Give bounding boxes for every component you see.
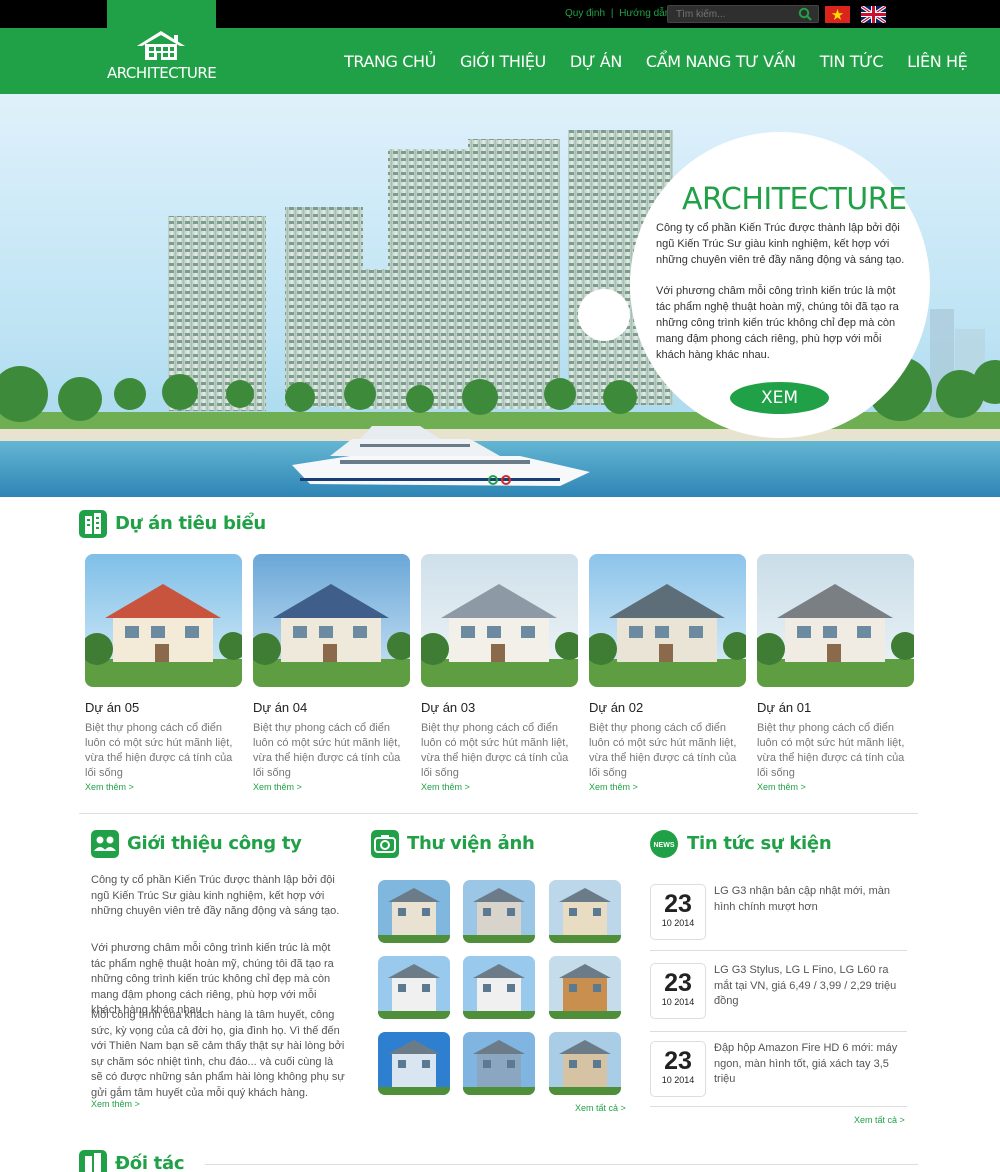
project-description: Biệt thự phong cách cổ điển luôn có một …: [253, 722, 401, 779]
intro-paragraph-1: Công ty cổ phần Kiến Trúc được thành lập…: [91, 874, 340, 917]
search-box: [667, 5, 819, 23]
news-date: 23 10 2014: [650, 1041, 706, 1097]
hero-title: ARCHITECTURE: [682, 182, 907, 217]
logo[interactable]: ARCHITECTURE: [107, 0, 217, 94]
logo-text: ARCHITECTURE: [107, 64, 217, 82]
project-description: Biệt thự phong cách cổ điển luôn có một …: [757, 722, 905, 779]
rules-link[interactable]: Quy định: [565, 8, 605, 19]
news-headline[interactable]: Đập hộp Amazon Fire HD 6 mới: máy ngon, …: [714, 1041, 906, 1088]
news-date: 23 10 2014: [650, 963, 706, 1019]
news-headline[interactable]: LG G3 Stylus, LG L Fino, LG L60 ra mắt t…: [714, 963, 906, 1010]
intro-paragraph-3: Mỗi công trình của khách hàng là tâm huy…: [91, 1009, 345, 1099]
gallery-thumbnail[interactable]: [463, 880, 535, 943]
nav-home[interactable]: TRANG CHỦ: [344, 52, 436, 71]
gallery-thumbnail[interactable]: [549, 880, 621, 943]
project-name[interactable]: Dự án 03: [421, 700, 475, 715]
project-more-link[interactable]: Xem thêm >: [757, 782, 806, 792]
nav-news[interactable]: TIN TỨC: [820, 52, 884, 71]
svg-text:NEWS: NEWS: [654, 842, 675, 849]
project-card[interactable]: Dự án 02 Biệt thự phong cách cổ điển luô…: [589, 554, 746, 792]
news-divider: [650, 950, 907, 951]
news-icon: NEWS: [650, 830, 678, 858]
gallery-thumbnail[interactable]: [549, 1032, 621, 1095]
project-card[interactable]: Dự án 05 Biệt thự phong cách cổ điển luô…: [85, 554, 242, 792]
news-item[interactable]: 23 10 2014 LG G3 nhận bản cập nhật mới, …: [650, 884, 907, 952]
team-icon: [91, 830, 119, 858]
hero-view-button[interactable]: XEM: [730, 382, 829, 414]
news-day: 23: [664, 890, 692, 918]
news-date: 23 10 2014: [650, 884, 706, 940]
hero-paragraph-2: Với phương châm mỗi công trình kiến trúc…: [656, 285, 899, 361]
project-description: Biệt thự phong cách cổ điển luôn có một …: [421, 722, 569, 779]
news-divider: [650, 1031, 907, 1032]
project-image[interactable]: [253, 554, 410, 687]
hero-banner: ARCHITECTURE Công ty cổ phần Kiến Trúc đ…: [0, 94, 1000, 497]
project-description: Biệt thự phong cách cổ điển luôn có một …: [85, 722, 233, 779]
news-title: Tin tức sự kiện: [687, 833, 832, 854]
project-more-link[interactable]: Xem thêm >: [85, 782, 134, 792]
nav-about[interactable]: GIỚI THIỆU: [460, 52, 546, 71]
intro-title: Giới thiệu công ty: [127, 833, 302, 854]
intro-more-link[interactable]: Xem thêm >: [91, 1099, 140, 1109]
partners-divider: [205, 1164, 918, 1165]
partners-building-icon: [79, 1150, 107, 1172]
slider-dot-1[interactable]: [488, 475, 498, 485]
section-divider: [79, 813, 918, 814]
news-month: 10 2014: [661, 997, 695, 1007]
main-menu: TRANG CHỦ GIỚI THIỆU DỰ ÁN CẨM NANG TƯ V…: [344, 52, 991, 71]
camera-icon: [371, 830, 399, 858]
nav-projects[interactable]: DỰ ÁN: [570, 52, 622, 71]
project-name[interactable]: Dự án 01: [757, 700, 811, 715]
nav-consulting[interactable]: CẨM NANG TƯ VẤN: [646, 52, 796, 71]
news-headline[interactable]: LG G3 nhận bản cập nhật mới, màn hình ch…: [714, 884, 906, 915]
nav-contact[interactable]: LIÊN HỆ: [907, 52, 968, 71]
hero-paragraph-1: Công ty cổ phần Kiến Trúc được thành lập…: [656, 222, 905, 266]
project-card[interactable]: Dự án 03 Biệt thự phong cách cổ điển luô…: [421, 554, 578, 792]
top-links: Quy định | Hướng dẫn: [565, 8, 670, 19]
project-description: Biệt thự phong cách cổ điển luôn có một …: [589, 722, 737, 779]
project-card[interactable]: Dự án 04 Biệt thự phong cách cổ điển luô…: [253, 554, 410, 792]
project-name[interactable]: Dự án 05: [85, 700, 139, 715]
project-more-link[interactable]: Xem thêm >: [589, 782, 638, 792]
news-divider: [650, 1106, 907, 1107]
partners-title: Đối tác: [115, 1153, 185, 1172]
hero-bubble-small: [578, 289, 630, 341]
gallery-thumbnail[interactable]: [463, 956, 535, 1019]
news-more-link[interactable]: Xem tất cả >: [854, 1115, 905, 1125]
project-image[interactable]: [421, 554, 578, 687]
search-icon[interactable]: [798, 7, 812, 26]
building-icon: [79, 510, 107, 538]
gallery-more-link[interactable]: Xem tất cả >: [575, 1103, 626, 1113]
house-logo-icon: [135, 30, 187, 65]
news-item[interactable]: 23 10 2014 Đập hộp Amazon Fire HD 6 mới:…: [650, 1041, 907, 1109]
project-card[interactable]: Dự án 01 Biệt thự phong cách cổ điển luô…: [757, 554, 914, 792]
gallery-thumbnail[interactable]: [549, 956, 621, 1019]
slider-dot-2[interactable]: [501, 475, 511, 485]
news-month: 10 2014: [661, 1075, 695, 1085]
news-month: 10 2014: [661, 918, 695, 928]
project-more-link[interactable]: Xem thêm >: [421, 782, 470, 792]
news-day: 23: [664, 1047, 692, 1075]
project-name[interactable]: Dự án 02: [589, 700, 643, 715]
top-link-separator: |: [610, 8, 614, 19]
gallery-thumbnail[interactable]: [463, 1032, 535, 1095]
gallery-thumbnail[interactable]: [378, 880, 450, 943]
project-image[interactable]: [757, 554, 914, 687]
gallery-thumbnail[interactable]: [378, 1032, 450, 1095]
projects-title: Dự án tiêu biểu: [115, 513, 266, 534]
search-input[interactable]: [676, 7, 791, 21]
news-day: 23: [664, 969, 692, 997]
intro-paragraph-2: Với phương châm mỗi công trình kiến trúc…: [91, 942, 334, 1016]
vietnamese-flag-icon[interactable]: [825, 6, 850, 23]
project-name[interactable]: Dự án 04: [253, 700, 307, 715]
guide-link[interactable]: Hướng dẫn: [619, 8, 670, 19]
english-flag-icon[interactable]: [860, 4, 887, 25]
project-image[interactable]: [589, 554, 746, 687]
gallery-title: Thư viện ảnh: [407, 833, 535, 854]
project-image[interactable]: [85, 554, 242, 687]
project-more-link[interactable]: Xem thêm >: [253, 782, 302, 792]
news-item[interactable]: 23 10 2014 LG G3 Stylus, LG L Fino, LG L…: [650, 963, 907, 1032]
gallery-thumbnail[interactable]: [378, 956, 450, 1019]
